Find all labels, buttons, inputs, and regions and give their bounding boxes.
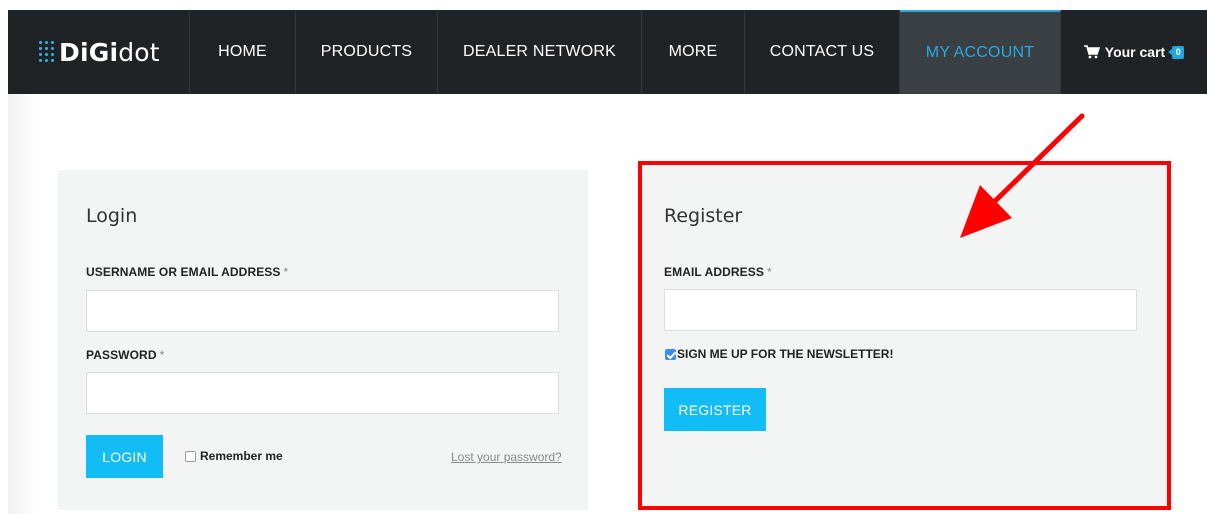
login-panel: Login USERNAME OR EMAIL ADDRESS * PASSWOR… xyxy=(57,170,588,510)
register-panel: Register EMAIL ADDRESS * SIGN ME UP FOR T… xyxy=(642,166,1167,506)
cart-count-badge: 0 xyxy=(1168,45,1185,59)
logo-text: DiGidot xyxy=(59,37,160,67)
nav-home[interactable]: HOME xyxy=(190,10,296,94)
newsletter-checkbox[interactable] xyxy=(665,349,676,360)
email-input[interactable] xyxy=(664,289,1137,331)
password-label: PASSWORD * xyxy=(86,348,165,362)
digidot-logo-icon xyxy=(39,41,55,63)
remember-me-checkbox[interactable] xyxy=(185,451,196,462)
nav-products[interactable]: PRODUCTS xyxy=(296,10,438,94)
cart-label: Your cart xyxy=(1104,44,1166,60)
main-navbar: DiGidot HOME PRODUCTS DEALER NETWORK MOR… xyxy=(8,10,1207,94)
email-label: EMAIL ADDRESS * xyxy=(664,265,772,279)
username-input[interactable] xyxy=(86,290,559,332)
login-title: Login xyxy=(86,205,138,227)
register-title: Register xyxy=(664,205,743,227)
nav-my-account[interactable]: MY ACCOUNT xyxy=(900,10,1061,94)
page-edge-shadow xyxy=(8,94,36,514)
cart-link[interactable]: Your cart 0 xyxy=(1061,10,1207,94)
shopping-cart-icon xyxy=(1083,45,1100,59)
login-button[interactable]: LOGIN xyxy=(86,435,163,478)
newsletter-label[interactable]: SIGN ME UP FOR THE NEWSLETTER! xyxy=(677,347,893,361)
brand-logo[interactable]: DiGidot xyxy=(8,10,190,94)
username-label: USERNAME OR EMAIL ADDRESS * xyxy=(86,265,289,279)
register-button[interactable]: REGISTER xyxy=(664,388,766,431)
nav-contact-us[interactable]: CONTACT US xyxy=(745,10,900,94)
nav-dealer-network[interactable]: DEALER NETWORK xyxy=(438,10,642,94)
lost-password-link[interactable]: Lost your password? xyxy=(451,450,562,464)
password-input[interactable] xyxy=(86,372,559,414)
remember-me-label[interactable]: Remember me xyxy=(200,449,283,463)
nav-more[interactable]: MORE xyxy=(642,10,745,94)
